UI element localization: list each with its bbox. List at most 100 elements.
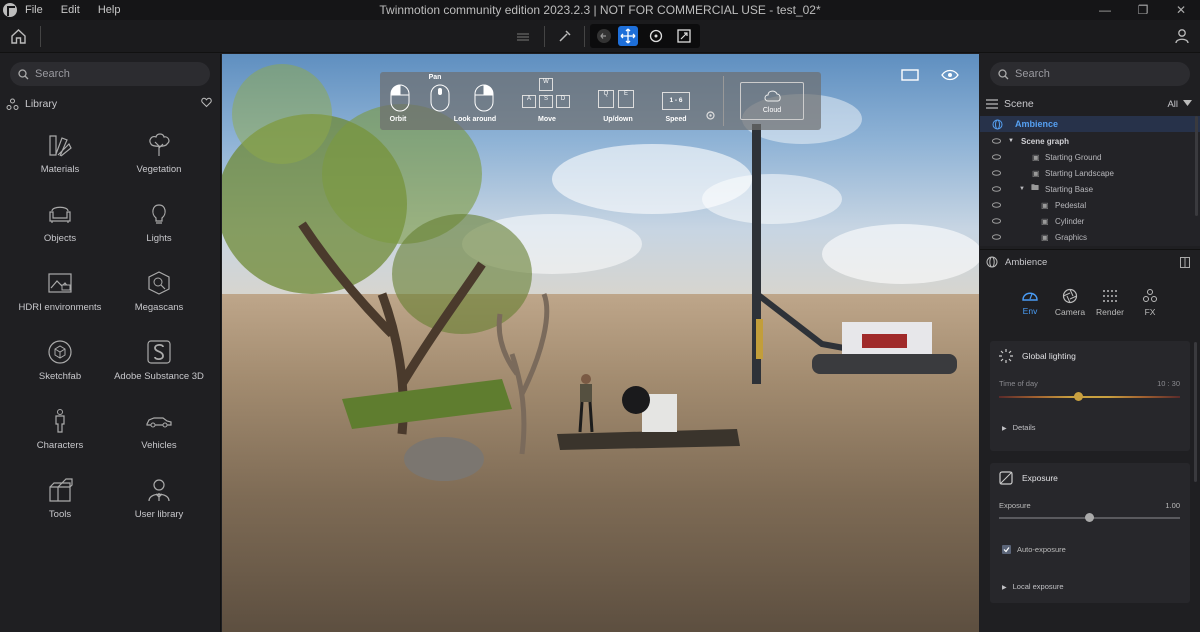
global-lighting-header[interactable]: Global lighting [999, 349, 1076, 363]
library-item-vehicles[interactable]: Vehicles [104, 408, 214, 451]
time-of-day-slider[interactable] [999, 392, 1180, 401]
tree-row-label: Starting Landscape [1045, 168, 1114, 178]
auto-exposure-checkbox[interactable]: Auto-exposure [1002, 545, 1066, 554]
move-icon [620, 28, 636, 44]
tree-row-graphics[interactable]: ▣ Graphics [980, 229, 1200, 245]
details-toggle[interactable]: ▶ Details [1002, 423, 1036, 432]
3d-viewport[interactable]: Pan Orbit Look around W A S D Move Q E U… [222, 54, 979, 632]
chevron-down-icon[interactable] [1183, 100, 1192, 107]
tab-render[interactable]: Render [1090, 288, 1130, 317]
exposure-slider-knob[interactable] [1085, 513, 1094, 522]
exposure-section-title: Exposure [1022, 473, 1058, 483]
close-button[interactable]: ✕ [1162, 0, 1200, 20]
global-lighting-title: Global lighting [1022, 351, 1076, 361]
library-item-characters[interactable]: Characters [5, 408, 115, 451]
car-icon [146, 417, 172, 428]
library-search[interactable]: Search [10, 62, 210, 86]
move-tool-button[interactable] [618, 26, 638, 46]
tab-fx[interactable]: FX [1130, 288, 1170, 317]
view-layout-icon[interactable] [901, 68, 919, 82]
library-item-label: Characters [36, 440, 84, 451]
person-icon [55, 409, 65, 433]
library-search-placeholder: Search [35, 68, 70, 80]
library-icon [6, 98, 19, 110]
navigation-help-overlay: Pan Orbit Look around W A S D Move Q E U… [380, 72, 821, 130]
library-item-materials[interactable]: Materials [5, 132, 115, 175]
bulb-icon [152, 204, 166, 224]
twinmotion-logo [3, 3, 17, 17]
scene-search-placeholder: Search [1015, 68, 1050, 80]
tree-row-starting-base[interactable]: ▼ 🖿 Starting Base [980, 181, 1200, 197]
checkbox-checked-icon [1002, 545, 1011, 554]
tab-env[interactable]: Env [1010, 288, 1050, 316]
eye-icon[interactable] [992, 218, 1001, 224]
maximize-button[interactable]: ❐ [1124, 0, 1162, 20]
tree-row-ambience[interactable]: Ambience [980, 116, 1200, 132]
time-of-day-slider-knob[interactable] [1074, 392, 1084, 401]
tree-row-pedestal[interactable]: ▣ Pedestal [980, 197, 1200, 213]
key-q: Q [598, 90, 614, 108]
dots-grid-icon [1103, 290, 1117, 302]
cubes-icon [49, 478, 73, 502]
home-icon[interactable] [10, 28, 27, 45]
menu-file[interactable]: File [25, 4, 43, 16]
exposure-card: Exposure Exposure 1.00 Auto-exposure ▶ Lo… [990, 463, 1190, 603]
eye-icon[interactable] [992, 186, 1001, 192]
eye-icon[interactable] [992, 202, 1001, 208]
menu-help[interactable]: Help [98, 4, 121, 16]
eye-icon[interactable] [992, 170, 1001, 176]
rotate-icon[interactable] [646, 26, 666, 46]
megascans-icon [148, 271, 170, 295]
scale-icon[interactable] [674, 26, 694, 46]
key-e: E [618, 90, 634, 108]
updown-keys: Q E [596, 90, 640, 110]
library-title: Library [25, 98, 58, 110]
library-item-tools[interactable]: Tools [5, 477, 115, 520]
time-of-day-value: 10 : 30 [1157, 379, 1180, 388]
ambience-panel: Ambience Env Camera Render FX Global lig… [980, 249, 1200, 632]
tab-label: FX [1144, 307, 1156, 317]
library-item-hdri[interactable]: HDRI environments [5, 270, 115, 313]
undo-icon[interactable] [594, 26, 614, 46]
library-item-vegetation[interactable]: Vegetation [104, 132, 214, 175]
tree-row-starting-landscape[interactable]: ▣ Starting Landscape [980, 165, 1200, 181]
library-item-lights[interactable]: Lights [104, 201, 214, 244]
layers-icon[interactable] [516, 29, 530, 43]
eyedropper-icon[interactable] [558, 29, 572, 43]
library-item-label: Sketchfab [38, 371, 82, 382]
tree-row-scene-graph[interactable]: ▼ Scene graph [980, 133, 1200, 149]
object-icon: ▣ [1032, 168, 1040, 178]
eye-icon[interactable] [992, 234, 1001, 240]
favorites-heart-icon[interactable] [201, 97, 212, 108]
panel-toggle-icon[interactable] [1180, 257, 1190, 268]
library-item-sketchfab[interactable]: Sketchfab [5, 339, 115, 382]
library-item-substance[interactable]: Adobe Substance 3D [104, 339, 214, 382]
cloud-button[interactable]: Cloud [740, 82, 804, 120]
library-item-megascans[interactable]: Megascans [104, 270, 214, 313]
library-item-objects[interactable]: Objects [5, 201, 115, 244]
ambience-scrollbar[interactable] [1194, 342, 1197, 482]
library-item-label: Adobe Substance 3D [114, 371, 204, 382]
visibility-eye-icon[interactable] [941, 68, 959, 82]
scene-search[interactable]: Search [990, 62, 1190, 86]
tree-scrollbar[interactable] [1195, 116, 1198, 216]
eye-icon[interactable] [992, 138, 1001, 144]
key-w: W [539, 78, 553, 91]
key-d: D [556, 95, 570, 108]
tree-row-starting-ground[interactable]: ▣ Starting Ground [980, 149, 1200, 165]
user-account-icon[interactable] [1174, 28, 1190, 44]
eye-icon[interactable] [992, 154, 1001, 160]
local-exposure-toggle[interactable]: ▶ Local exposure [1002, 582, 1064, 591]
tab-camera[interactable]: Camera [1050, 288, 1090, 317]
settings-gear-icon[interactable] [705, 110, 716, 121]
exposure-slider[interactable] [999, 513, 1180, 522]
scene-filter-label[interactable]: All [1167, 99, 1178, 110]
ambience-header: Ambience [986, 256, 1047, 268]
ambience-tabs: Env Camera Render FX [1010, 288, 1190, 320]
tree-row-label: Pedestal [1055, 200, 1087, 210]
exposure-header[interactable]: Exposure [999, 471, 1058, 485]
tree-row-cylinder[interactable]: ▣ Cylinder [980, 213, 1200, 229]
menu-edit[interactable]: Edit [61, 4, 80, 16]
library-item-user-library[interactable]: User library [104, 477, 214, 520]
minimize-button[interactable]: — [1086, 0, 1124, 20]
